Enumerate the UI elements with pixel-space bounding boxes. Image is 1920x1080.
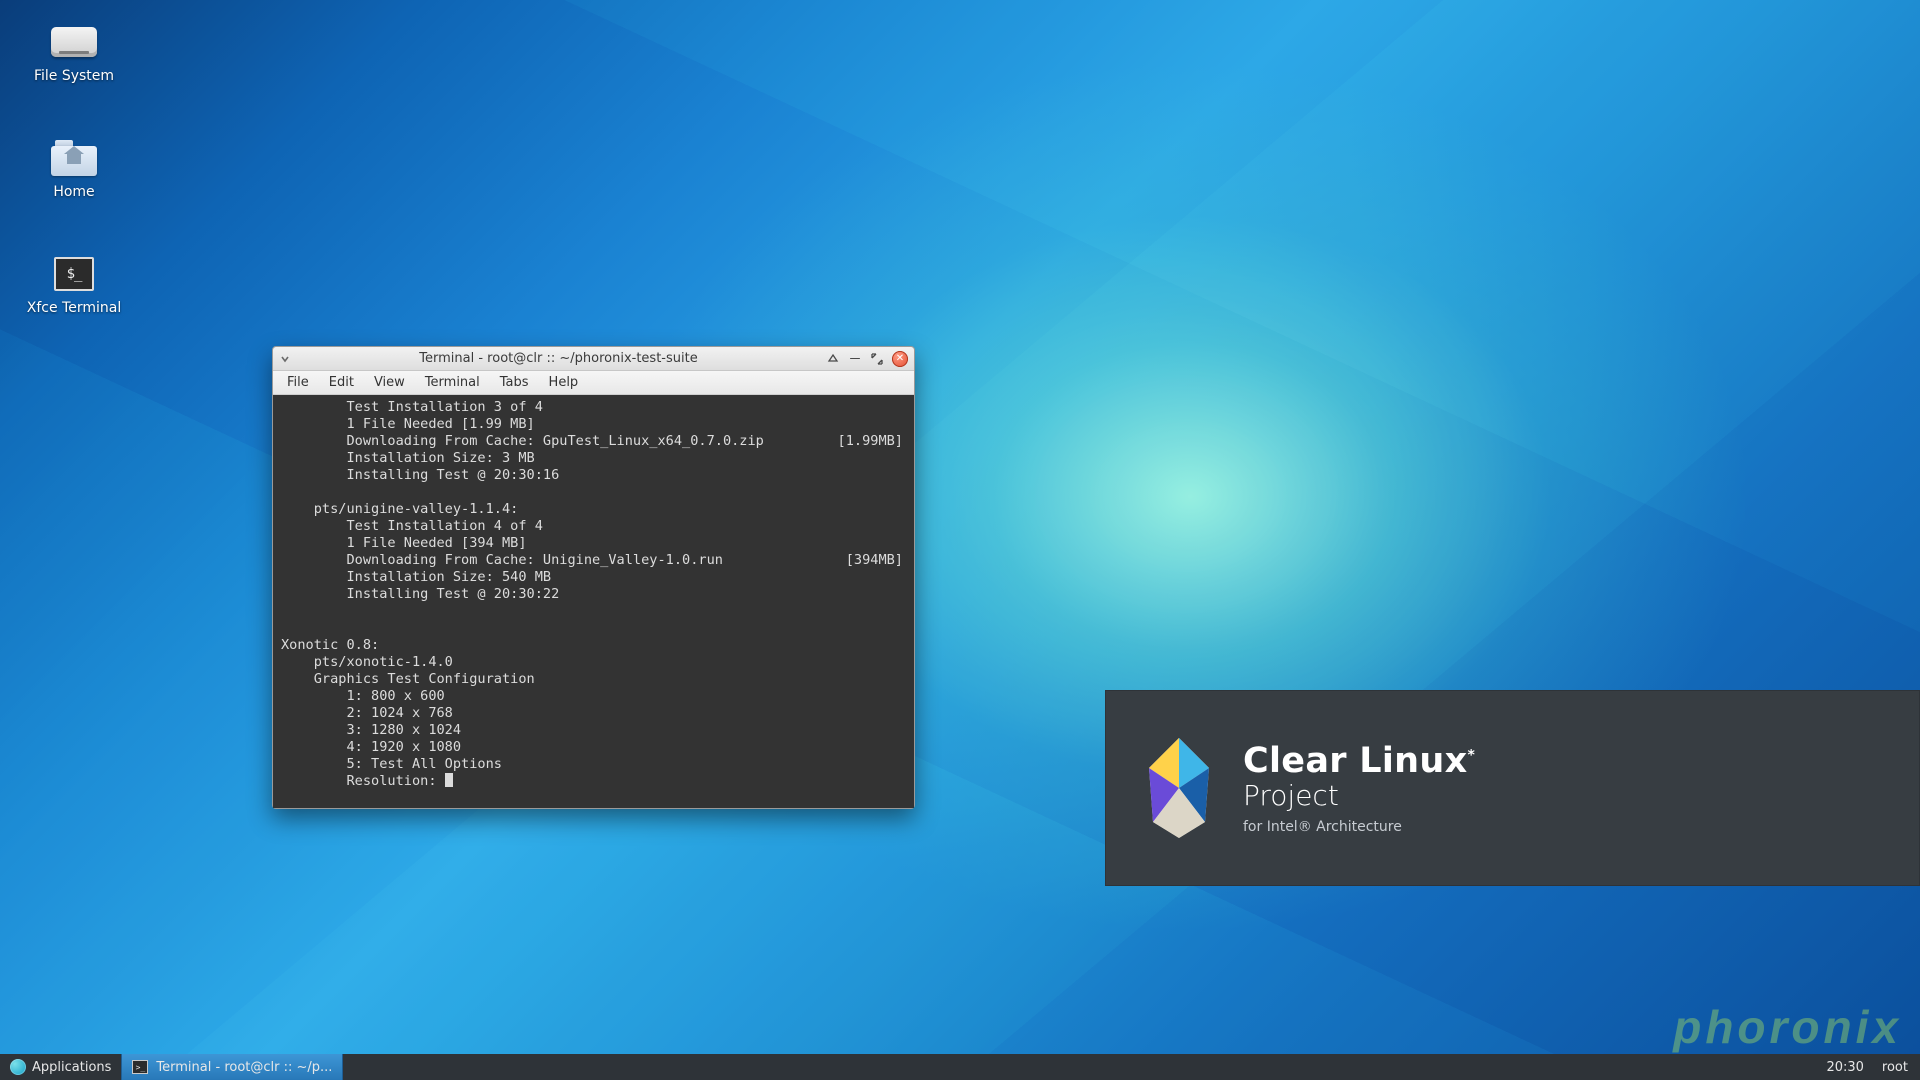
- banner-project: Project: [1243, 781, 1475, 810]
- terminal-icon: $_: [54, 257, 94, 291]
- drive-icon: [51, 27, 97, 57]
- applications-menu-button[interactable]: Applications: [0, 1054, 121, 1080]
- titlebar[interactable]: Terminal - root@clr :: ~/phoronix-test-s…: [273, 347, 914, 371]
- taskbar-window-button[interactable]: >_ Terminal - root@clr :: ~/p...: [121, 1054, 343, 1080]
- terminal-output[interactable]: Test Installation 3 of 4 1 File Needed […: [273, 395, 914, 808]
- menu-file[interactable]: File: [279, 373, 317, 392]
- applications-logo-icon: [10, 1059, 26, 1075]
- desktop-icon-label: File System: [34, 68, 114, 84]
- home-folder-icon: [51, 140, 97, 176]
- applications-label: Applications: [32, 1060, 111, 1075]
- terminal-window: Terminal - root@clr :: ~/phoronix-test-s…: [272, 346, 915, 809]
- menubar: File Edit View Terminal Tabs Help: [273, 371, 914, 395]
- desktop-icon-label: Xfce Terminal: [27, 300, 121, 316]
- minimize-button[interactable]: [848, 352, 862, 366]
- phoronix-watermark: phoronix: [1673, 1000, 1902, 1054]
- keep-above-button[interactable]: [826, 352, 840, 366]
- desktop-icon-filesystem[interactable]: File System: [14, 22, 134, 84]
- taskbar-window-label: Terminal - root@clr :: ~/p...: [156, 1060, 332, 1075]
- menu-tabs[interactable]: Tabs: [492, 373, 537, 392]
- menu-edit[interactable]: Edit: [321, 373, 362, 392]
- clock[interactable]: 20:30: [1826, 1060, 1863, 1075]
- desktop-icon-label: Home: [53, 184, 94, 200]
- user-indicator[interactable]: root: [1882, 1060, 1908, 1075]
- window-menu-chevron-icon[interactable]: [279, 353, 291, 365]
- clear-linux-logo-icon: [1145, 736, 1213, 840]
- close-button[interactable]: ✕: [892, 351, 908, 367]
- banner-title: Clear Linux*: [1243, 741, 1475, 781]
- menu-view[interactable]: View: [366, 373, 413, 392]
- clear-linux-banner: Clear Linux* Project for Intel® Architec…: [1105, 690, 1920, 886]
- menu-terminal[interactable]: Terminal: [417, 373, 488, 392]
- desktop-icon-home[interactable]: Home: [14, 138, 134, 200]
- taskbar: Applications >_ Terminal - root@clr :: ~…: [0, 1054, 1920, 1080]
- terminal-small-icon: >_: [132, 1060, 148, 1074]
- window-title: Terminal - root@clr :: ~/phoronix-test-s…: [291, 351, 826, 366]
- desktop-icon-terminal[interactable]: $_ Xfce Terminal: [14, 254, 134, 316]
- system-tray: 20:30 root: [1814, 1054, 1920, 1080]
- menu-help[interactable]: Help: [541, 373, 587, 392]
- maximize-button[interactable]: [870, 352, 884, 366]
- banner-subtitle: for Intel® Architecture: [1243, 819, 1475, 835]
